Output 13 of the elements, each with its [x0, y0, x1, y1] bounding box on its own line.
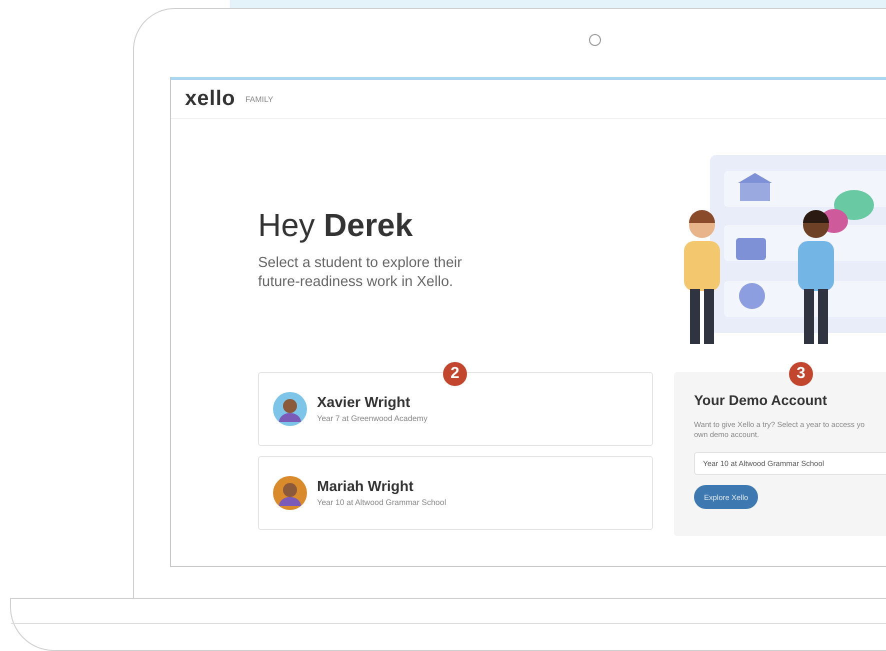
- student-name: Xavier Wright: [317, 395, 412, 411]
- greeting-subtitle: Select a student to explore their future-readiness work in Xello.: [258, 254, 463, 292]
- product-label: FAMILY: [245, 94, 274, 104]
- student-detail: Year 7 at Greenwood Academy: [317, 414, 428, 423]
- demo-title: Your Demo Account: [694, 392, 828, 408]
- camera-icon: [589, 34, 601, 46]
- student-card[interactable]: Mariah Wright Year 10 at Altwood Grammar School: [258, 456, 653, 530]
- student-detail: Year 10 at Altwood Grammar School: [317, 498, 446, 507]
- logo: xello: [185, 87, 236, 111]
- student-name: Mariah Wright: [317, 479, 414, 495]
- greeting-heading: Hey Derek: [258, 207, 414, 244]
- step-badge: 3: [789, 362, 813, 386]
- step-badge: 2: [443, 362, 467, 386]
